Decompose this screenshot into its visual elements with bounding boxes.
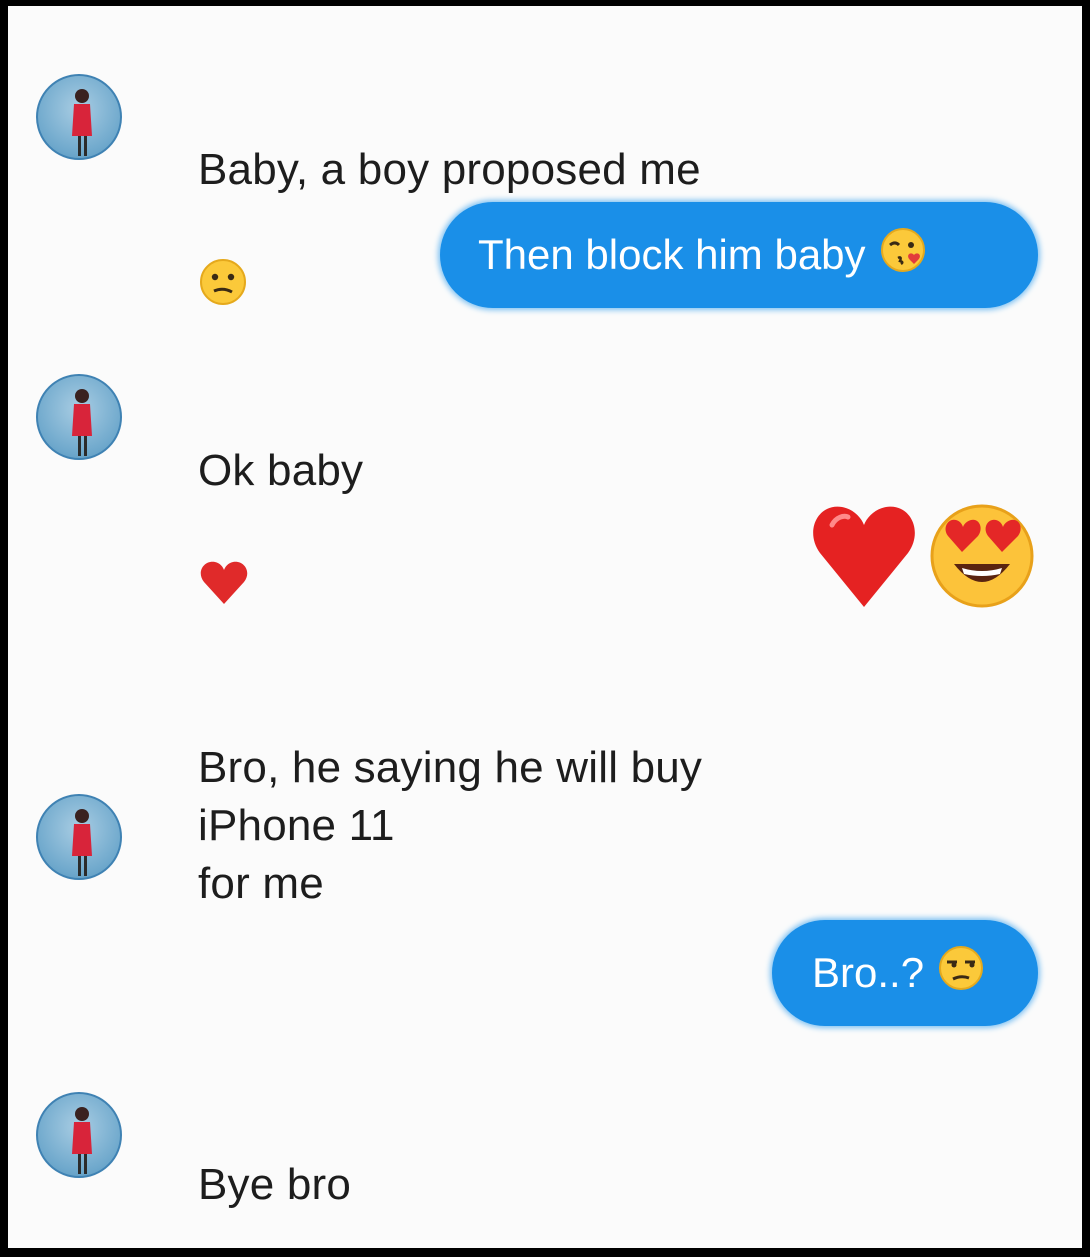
message-text: Then block him baby (478, 231, 866, 278)
face-blowing-kiss-emoji-icon (878, 225, 928, 285)
person-photo-icon (72, 1107, 92, 1174)
message-text: Baby, a boy proposed me (198, 145, 701, 194)
message-incoming: Bye bro (198, 1098, 351, 1214)
red-heart-emoji-icon (198, 500, 250, 623)
chat-screen: Baby, a boy proposed me Then block him b… (8, 6, 1082, 1248)
message-incoming: Ok baby (198, 384, 363, 623)
contact-avatar[interactable] (36, 374, 122, 460)
message-outgoing: Then block him baby (440, 202, 1038, 308)
person-photo-icon (72, 809, 92, 876)
red-heart-emoji-icon (810, 501, 918, 616)
message-incoming: Bro, he saying he will buy iPhone 11 for… (198, 681, 702, 913)
contact-avatar[interactable] (36, 74, 122, 160)
person-photo-icon (72, 389, 92, 456)
message-text: Bro..? (812, 949, 925, 996)
message-outgoing: Bro..? (772, 920, 1038, 1026)
message-outgoing-emoji (810, 500, 1038, 617)
confused-face-emoji-icon (198, 199, 248, 322)
message-text: Bye bro (198, 1160, 352, 1209)
message-text: Bro, he saying he will buy iPhone 11 for… (198, 743, 703, 908)
person-photo-icon (72, 89, 92, 156)
contact-avatar[interactable] (36, 794, 122, 880)
unamused-face-emoji-icon (936, 943, 986, 1003)
message-text: Ok baby (198, 446, 364, 495)
heart-eyes-face-emoji-icon (926, 500, 1038, 617)
contact-avatar[interactable] (36, 1092, 122, 1178)
